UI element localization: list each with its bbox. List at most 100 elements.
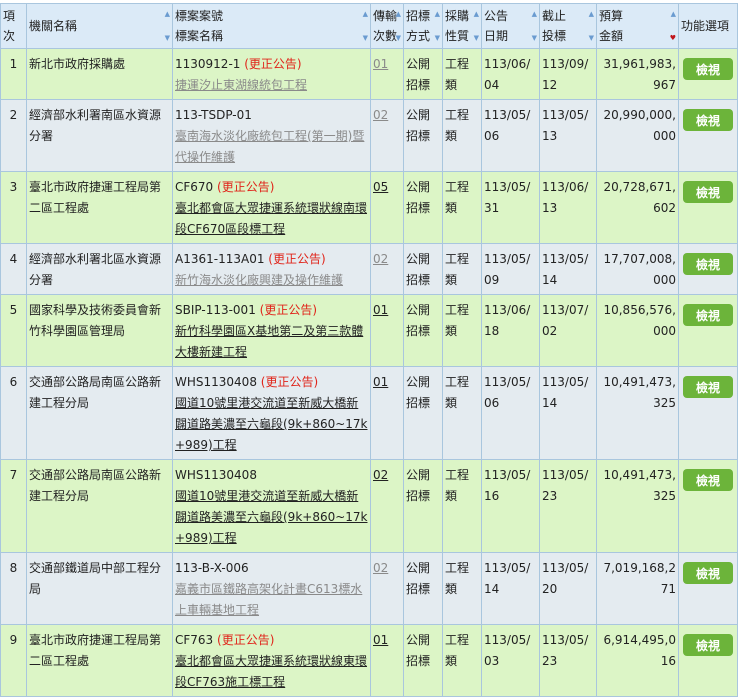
sort-up-icon[interactable]: ▲ xyxy=(435,10,440,18)
sort-up-icon[interactable]: ▲ xyxy=(363,10,368,18)
table-row: 6 交通部公路局南區公路新建工程分局 WHS1130408 (更正公告) 國道10… xyxy=(0,366,738,460)
sort-down-active-icon[interactable]: ♥ xyxy=(670,34,676,42)
view-button[interactable]: 檢視 xyxy=(683,469,733,491)
header-ann[interactable]: 公告 日期 ▲ ▼ xyxy=(481,3,540,49)
correction-notice: (更正公告) xyxy=(217,180,275,194)
table-row: 4 經濟部水利署北區水資源分署 A1361-113A01 (更正公告) 新竹海水淡… xyxy=(0,243,738,295)
deadline-date: 113/05/14 xyxy=(539,243,597,295)
correction-notice: (更正公告) xyxy=(268,252,326,266)
case-name-link[interactable]: 國道10號里港交流道至新威大橋新闢道路美濃至六龜段(9k+860~17k+989… xyxy=(175,396,368,452)
view-button[interactable]: 檢視 xyxy=(683,634,733,656)
deadline-date: 113/06/13 xyxy=(539,171,597,244)
header-dead[interactable]: 截止 投標 ▲ ▼ xyxy=(539,3,597,49)
correction-notice: (更正公告) xyxy=(259,303,318,317)
tender-table: 項次 機關名稱 ▲ ▼ 標案案號 標案名稱 ▲ ▼ 傳輸 次數 ▲ ▼ 招標 方式 ▲ ▼ 採購 性質 ▲… xyxy=(0,3,738,697)
sort-down-icon[interactable]: ▼ xyxy=(363,34,368,42)
tender-method: 公開招標 xyxy=(403,459,443,553)
sort-down-icon[interactable]: ▼ xyxy=(396,34,401,42)
view-button[interactable]: 檢視 xyxy=(683,181,733,203)
view-button[interactable]: 檢視 xyxy=(683,253,733,275)
header-row: 項次 機關名稱 ▲ ▼ 標案案號 標案名稱 ▲ ▼ 傳輸 次數 ▲ ▼ 招標 方式 ▲ ▼ 採購 性質 ▲… xyxy=(0,3,738,49)
sort-down-icon[interactable]: ▼ xyxy=(165,34,170,42)
view-button[interactable]: 檢視 xyxy=(683,109,733,131)
header-nature[interactable]: 採購 性質 ▲ ▼ xyxy=(442,3,482,49)
sort-down-icon[interactable]: ▼ xyxy=(435,34,440,42)
agency-name: 交通部公路局南區公路新建工程分局 xyxy=(26,366,173,460)
procurement-nature: 工程類 xyxy=(442,243,482,295)
row-index: 7 xyxy=(0,459,27,553)
case-name-link[interactable]: 新竹科學園區X基地第二及第三款體大樓新建工程 xyxy=(175,324,363,359)
case-number: WHS1130408 xyxy=(175,468,257,482)
deadline-date: 113/09/12 xyxy=(539,48,597,100)
tender-method: 公開招標 xyxy=(403,294,443,367)
transmission-count-link[interactable]: 01 xyxy=(373,633,388,647)
transmission-count-link[interactable]: 02 xyxy=(373,108,388,122)
row-index: 9 xyxy=(0,624,27,697)
tender-method: 公開招標 xyxy=(403,171,443,244)
case-number: 113-TSDP-01 xyxy=(175,108,252,122)
case-number: CF670 xyxy=(175,180,214,194)
header-label: 投標 xyxy=(542,29,567,43)
correction-notice: (更正公告) xyxy=(260,375,319,389)
sort-up-icon[interactable]: ▲ xyxy=(474,10,479,18)
agency-name: 交通部公路局南區公路新建工程分局 xyxy=(26,459,173,553)
transmission-count-link[interactable]: 01 xyxy=(373,57,388,71)
case-name-link[interactable]: 臺南海水淡化廠統包工程(第一期)暨代操作維護 xyxy=(175,129,364,164)
sort-up-icon[interactable]: ▲ xyxy=(165,10,170,18)
header-agency[interactable]: 機關名稱 ▲ ▼ xyxy=(26,3,173,49)
case-name-link[interactable]: 臺北都會區大眾捷運系統環狀線南環段CF670區段標工程 xyxy=(175,201,367,236)
transmission-count-link[interactable]: 01 xyxy=(373,303,388,317)
procurement-nature: 工程類 xyxy=(442,459,482,553)
view-button[interactable]: 檢視 xyxy=(683,562,733,584)
budget-amount: 20,728,671,602 xyxy=(596,171,679,244)
case-name-link[interactable]: 嘉義市區鐵路高架化計畫C613標水上車輛基地工程 xyxy=(175,582,362,617)
table-row: 7 交通部公路局南區公路新建工程分局 WHS1130408 國道10號里港交流道至… xyxy=(0,459,738,553)
budget-amount: 10,491,473,325 xyxy=(596,459,679,553)
case-name-link[interactable]: 國道10號里港交流道至新威大橋新闢道路美濃至六龜段(9k+860~17k+989… xyxy=(175,489,368,545)
view-button[interactable]: 檢視 xyxy=(683,58,733,80)
case-cell: 1130912-1 (更正公告) 捷運汐止東湖線統包工程 xyxy=(172,48,371,100)
case-cell: 113-TSDP-01 臺南海水淡化廠統包工程(第一期)暨代操作維護 xyxy=(172,99,371,172)
budget-amount: 10,856,576,000 xyxy=(596,294,679,367)
sort-up-icon[interactable]: ▲ xyxy=(396,10,401,18)
header-label: 標案名稱 xyxy=(175,29,224,43)
transmission-count-link[interactable]: 02 xyxy=(373,252,388,266)
procurement-nature: 工程類 xyxy=(442,171,482,244)
tender-method: 公開招標 xyxy=(403,99,443,172)
tender-method: 公開招標 xyxy=(403,243,443,295)
transmission-count-link[interactable]: 01 xyxy=(373,375,388,389)
transmission-count-link[interactable]: 02 xyxy=(373,468,388,482)
header-label: 公告 xyxy=(484,9,509,23)
case-name-link[interactable]: 臺北都會區大眾捷運系統環狀線東環段CF763施工標工程 xyxy=(175,654,367,689)
agency-name: 國家科學及技術委員會新竹科學園區管理局 xyxy=(26,294,173,367)
announce-date: 113/05/31 xyxy=(481,171,540,244)
transmission-count-link[interactable]: 02 xyxy=(373,561,388,575)
tender-method: 公開招標 xyxy=(403,624,443,697)
case-name-link[interactable]: 新竹海水淡化廠興建及操作維護 xyxy=(175,273,343,287)
row-index: 3 xyxy=(0,171,27,244)
case-number: WHS1130408 xyxy=(175,375,257,389)
sort-up-icon[interactable]: ▲ xyxy=(532,10,537,18)
sort-down-icon[interactable]: ▼ xyxy=(474,34,479,42)
sort-up-icon[interactable]: ▲ xyxy=(589,10,594,18)
header-action: 功能選項 xyxy=(678,3,738,49)
view-button[interactable]: 檢視 xyxy=(683,376,733,398)
view-button[interactable]: 檢視 xyxy=(683,304,733,326)
case-number: SBIP-113-001 xyxy=(175,303,256,317)
header-label: 金額 xyxy=(599,29,624,43)
header-method[interactable]: 招標 方式 ▲ ▼ xyxy=(403,3,443,49)
row-index: 5 xyxy=(0,294,27,367)
sort-up-icon[interactable]: ▲ xyxy=(671,10,676,18)
budget-amount: 6,914,495,016 xyxy=(596,624,679,697)
sort-down-icon[interactable]: ▼ xyxy=(532,34,537,42)
header-trans[interactable]: 傳輸 次數 ▲ ▼ xyxy=(370,3,404,49)
transmission-count-link[interactable]: 05 xyxy=(373,180,388,194)
table-row: 5 國家科學及技術委員會新竹科學園區管理局 SBIP-113-001 (更正公告… xyxy=(0,294,738,367)
sort-down-icon[interactable]: ▼ xyxy=(589,34,594,42)
correction-notice: (更正公告) xyxy=(217,633,275,647)
case-name-link[interactable]: 捷運汐止東湖線統包工程 xyxy=(175,78,307,92)
row-index: 2 xyxy=(0,99,27,172)
header-case[interactable]: 標案案號 標案名稱 ▲ ▼ xyxy=(172,3,371,49)
header-budget[interactable]: 預算 金額 ▲ ♥ xyxy=(596,3,679,49)
case-number: CF763 xyxy=(175,633,214,647)
